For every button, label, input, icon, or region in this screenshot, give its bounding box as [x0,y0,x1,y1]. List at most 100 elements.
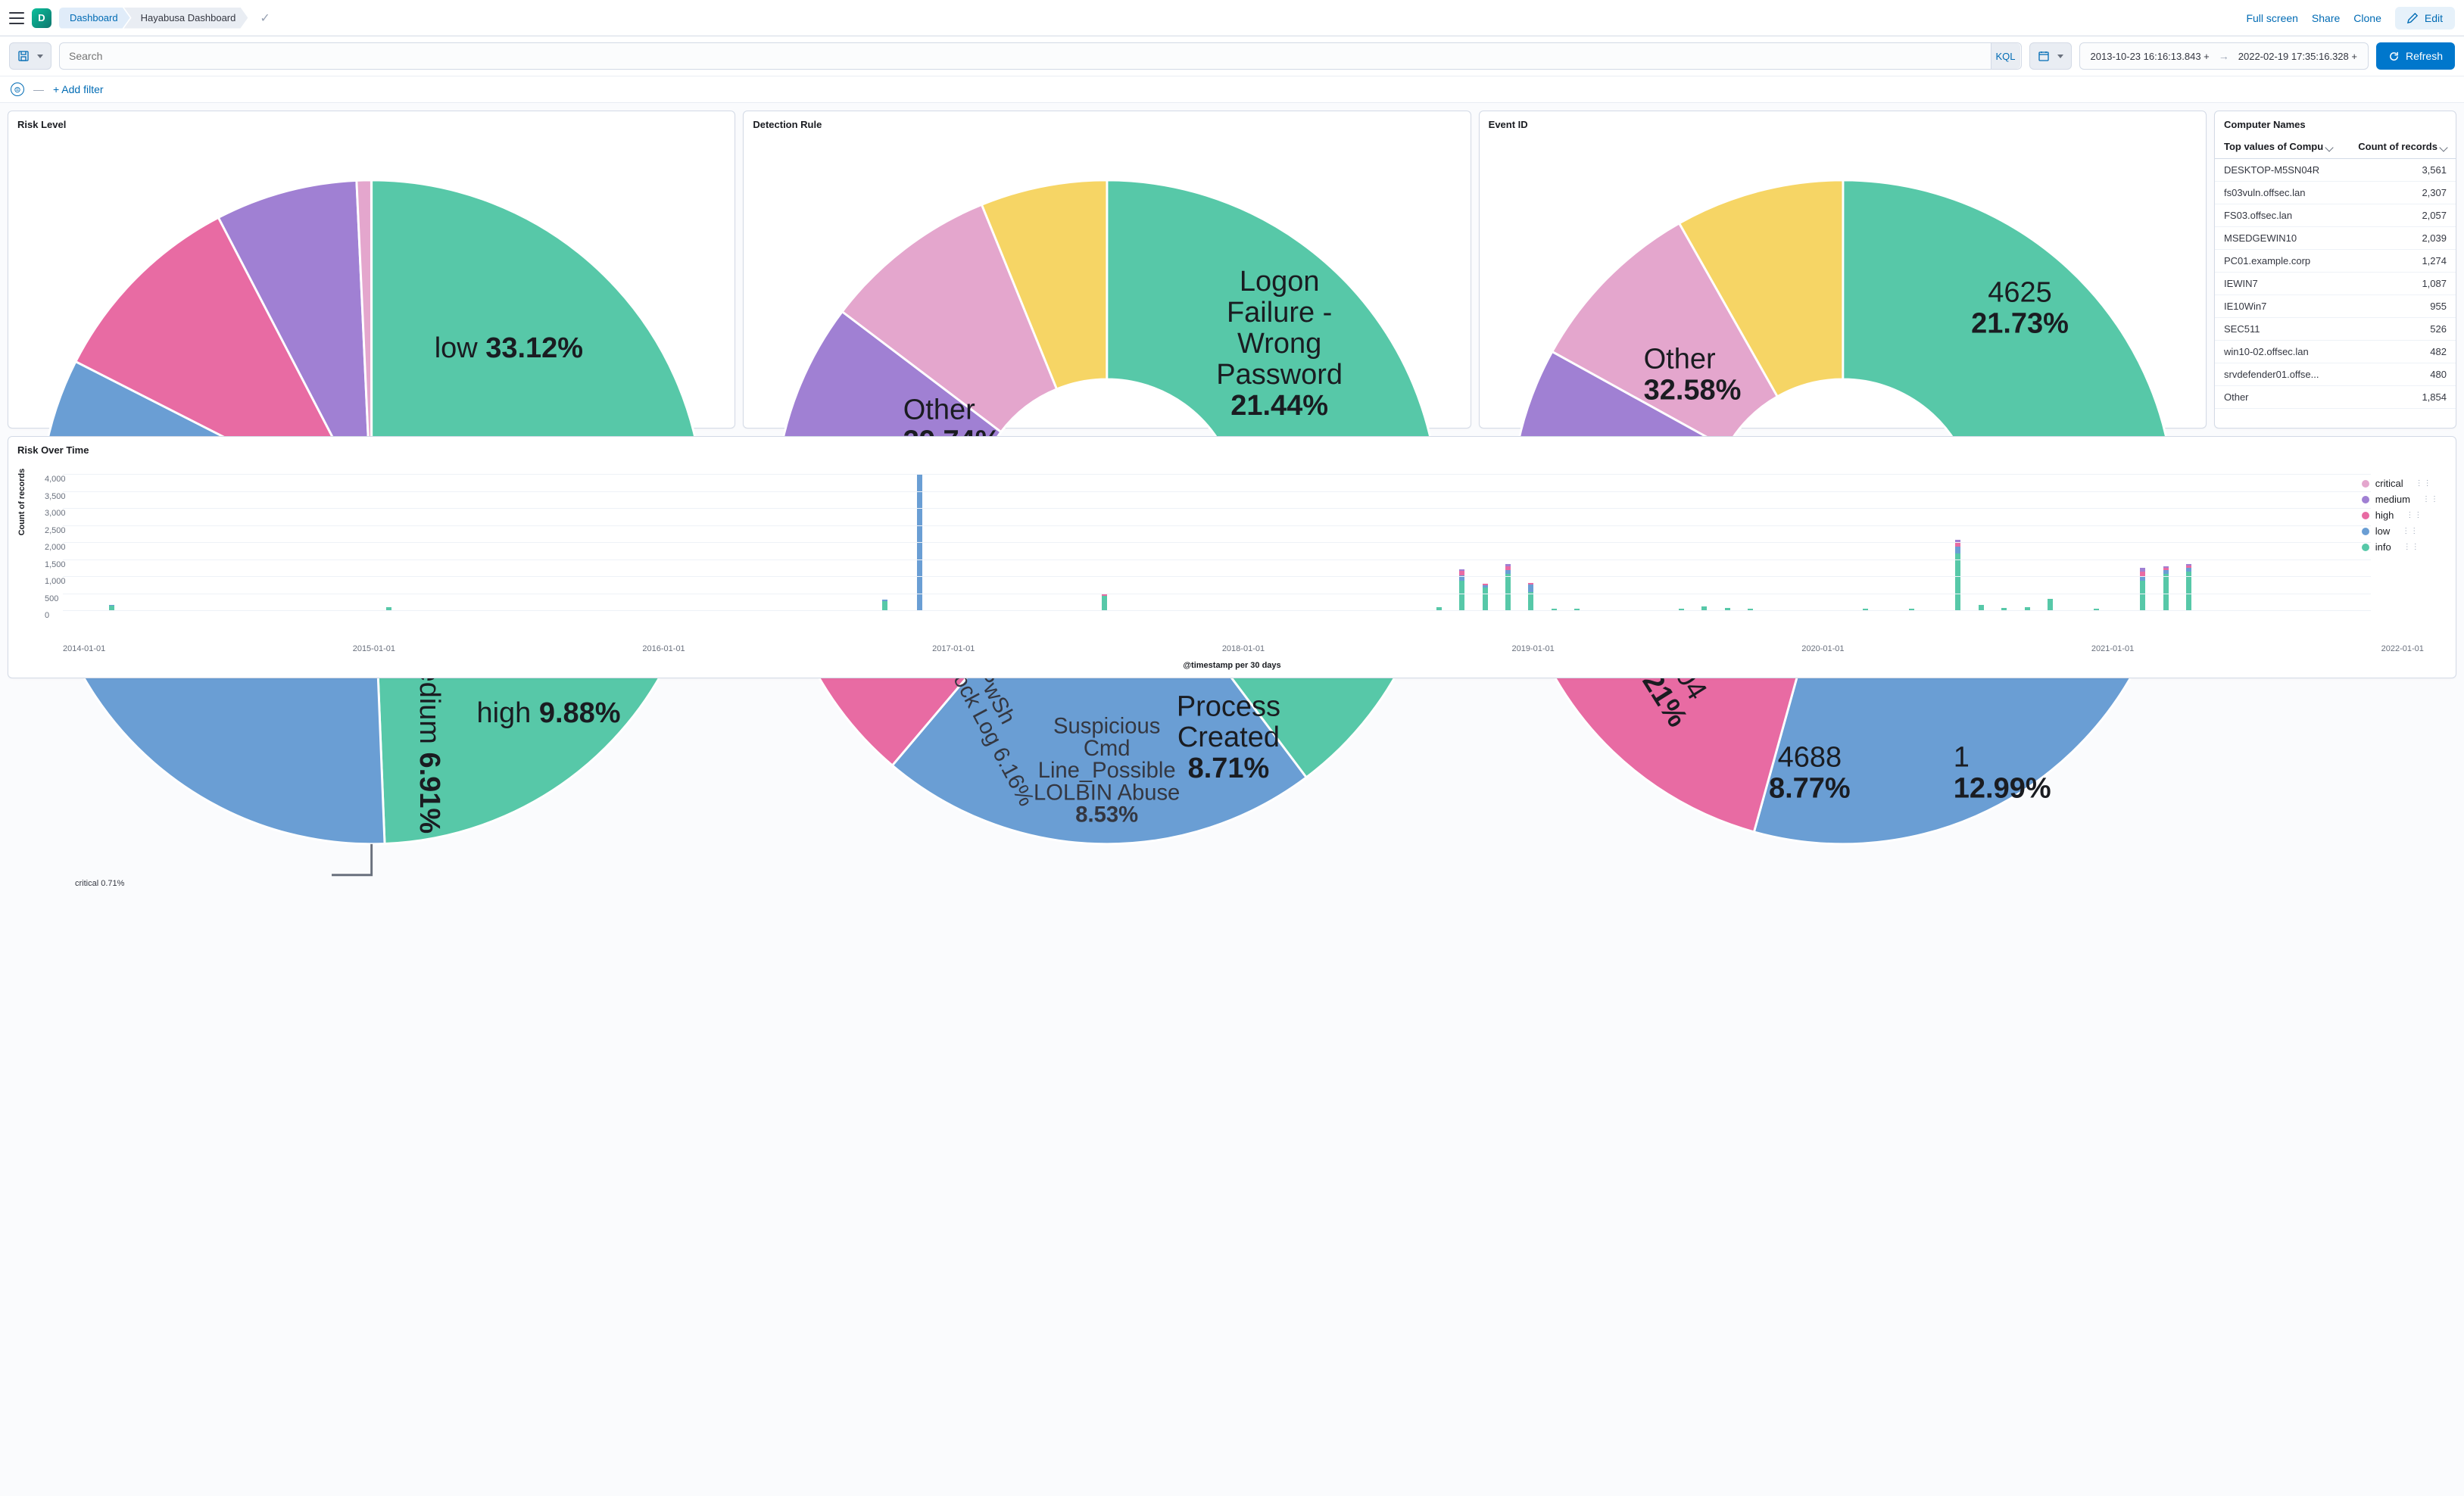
panel-title: Detection Rule [753,119,1461,130]
more-icon[interactable]: ⋮⋮ [2422,495,2439,503]
cell-name: Other [2215,386,2346,409]
table-row[interactable]: IE10Win7955 [2215,295,2456,318]
cell-count: 2,057 [2346,204,2456,227]
bar-column[interactable] [917,475,922,611]
filter-options-icon[interactable]: ⊜ [11,83,24,96]
more-icon[interactable]: ⋮⋮ [2406,511,2422,519]
cell-count: 482 [2346,341,2456,363]
search-input[interactable] [69,50,1991,62]
table-row[interactable]: srvdefender01.offse...480 [2215,363,2456,386]
legend-item[interactable]: critical⋮⋮ [2362,475,2439,491]
panel-title: Event ID [1489,119,2197,130]
bar-segment-info [2163,574,2169,612]
kql-badge[interactable]: KQL [1991,43,2020,69]
cell-name: FS03.offsec.lan [2215,204,2346,227]
breadcrumb-current[interactable]: Hayabusa Dashboard [124,8,248,29]
legend-swatch [2362,528,2369,535]
app-badge[interactable]: D [32,8,51,28]
svg-text:high 9.88%: high 9.88% [476,697,620,729]
cell-name: IE10Win7 [2215,295,2346,318]
bar-column[interactable] [1505,564,1511,611]
cell-count: 1,087 [2346,273,2456,295]
panel-computer-names: Computer Names Top values of Compu Count… [2214,111,2456,429]
x-tick: 2017-01-01 [932,644,975,653]
bar-column[interactable] [882,600,887,611]
bar-column[interactable] [1483,584,1488,611]
menu-icon[interactable] [9,12,24,24]
legend-item[interactable]: medium⋮⋮ [2362,491,2439,507]
bar-column[interactable] [2048,599,2053,611]
cell-name: IEWIN7 [2215,273,2346,295]
svg-text:low 33.12%: low 33.12% [435,332,583,364]
more-icon[interactable]: ⋮⋮ [2402,527,2419,535]
computer-table: Top values of Compu Count of records DES… [2215,135,2456,409]
more-icon[interactable]: ⋮⋮ [2403,543,2420,551]
bar-segment-info [1505,574,1511,612]
table-header-name[interactable]: Top values of Compu [2215,135,2346,159]
legend-label: low [2375,525,2391,537]
bar-chart[interactable] [63,475,2371,611]
edit-button[interactable]: Edit [2395,7,2455,30]
table-row[interactable]: SEC511526 [2215,318,2456,341]
bar-segment-info [1459,581,1464,612]
bar-segment-info [1483,587,1488,612]
datepicker-button[interactable] [2029,42,2072,70]
table-row[interactable]: Other1,854 [2215,386,2456,409]
table-row[interactable]: MSEDGEWIN102,039 [2215,227,2456,250]
add-filter-button[interactable]: + Add filter [53,83,104,95]
table-row[interactable]: DESKTOP-M5SN04R3,561 [2215,159,2456,182]
bar-segment-info [1102,596,1107,611]
legend-label: info [2375,541,2391,553]
table-row[interactable]: PC01.example.corp1,274 [2215,250,2456,273]
legend-item[interactable]: low ⋮⋮ [2362,523,2439,539]
x-tick: 2018-01-01 [1222,644,1265,653]
bar-column[interactable] [1528,583,1533,611]
panel-event-id: Event ID Other 32.58%462521.73%5145 15.7… [1479,111,2207,429]
bar-column[interactable] [2140,568,2145,611]
svg-text:46888.77%: 46888.77% [1769,742,1851,805]
panel-title: Risk Level [17,119,725,130]
table-header-count[interactable]: Count of records [2346,135,2456,159]
legend: critical⋮⋮medium⋮⋮high⋮⋮ low ⋮⋮ info ⋮⋮ [2362,475,2439,555]
legend-swatch [2362,544,2369,551]
clone-button[interactable]: Clone [2353,12,2381,24]
saved-query-button[interactable] [9,42,51,70]
y-tick: 4,000 [45,475,66,484]
refresh-button[interactable]: Refresh [2376,42,2455,70]
refresh-label: Refresh [2406,50,2443,62]
fullscreen-button[interactable]: Full screen [2246,12,2297,24]
bar-segment-info [1528,592,1533,611]
cell-count: 1,274 [2346,250,2456,273]
y-tick: 2,500 [45,526,66,535]
bar-column[interactable] [2163,566,2169,611]
cell-count: 526 [2346,318,2456,341]
cell-count: 2,039 [2346,227,2456,250]
legend-item[interactable]: high⋮⋮ [2362,507,2439,523]
chevron-down-icon [2057,55,2063,58]
cell-name: MSEDGEWIN10 [2215,227,2346,250]
table-row[interactable]: FS03.offsec.lan2,057 [2215,204,2456,227]
date-range[interactable]: 2013-10-23 16:16:13.843 + → 2022-02-19 1… [2079,42,2369,70]
table-row[interactable]: win10-02.offsec.lan482 [2215,341,2456,363]
breadcrumb-dashboard[interactable]: Dashboard [59,8,130,29]
x-tick: 2015-01-01 [353,644,395,653]
search-box[interactable]: KQL [59,42,2022,70]
bar-segment-info [2186,572,2191,611]
panel-risk-level: Risk Level info 49.37%low 33.12%high 9.8… [8,111,735,429]
bar-column[interactable] [1955,540,1960,611]
table-row[interactable]: fs03vuln.offsec.lan2,307 [2215,182,2456,204]
filter-bar: ⊜ — + Add filter [0,76,2464,103]
y-tick: 0 [45,611,49,620]
bar-column[interactable] [1102,594,1107,611]
y-tick: 1,500 [45,560,66,569]
share-button[interactable]: Share [2312,12,2340,24]
x-tick: 2022-01-01 [2381,644,2424,653]
bar-segment-low [1528,584,1533,592]
bar-column[interactable] [2186,564,2191,611]
bar-column[interactable] [1459,569,1464,611]
table-row[interactable]: IEWIN71,087 [2215,273,2456,295]
legend-item[interactable]: info ⋮⋮ [2362,539,2439,555]
more-icon[interactable]: ⋮⋮ [2416,479,2432,488]
cell-name: PC01.example.corp [2215,250,2346,273]
x-tick: 2021-01-01 [2091,644,2134,653]
